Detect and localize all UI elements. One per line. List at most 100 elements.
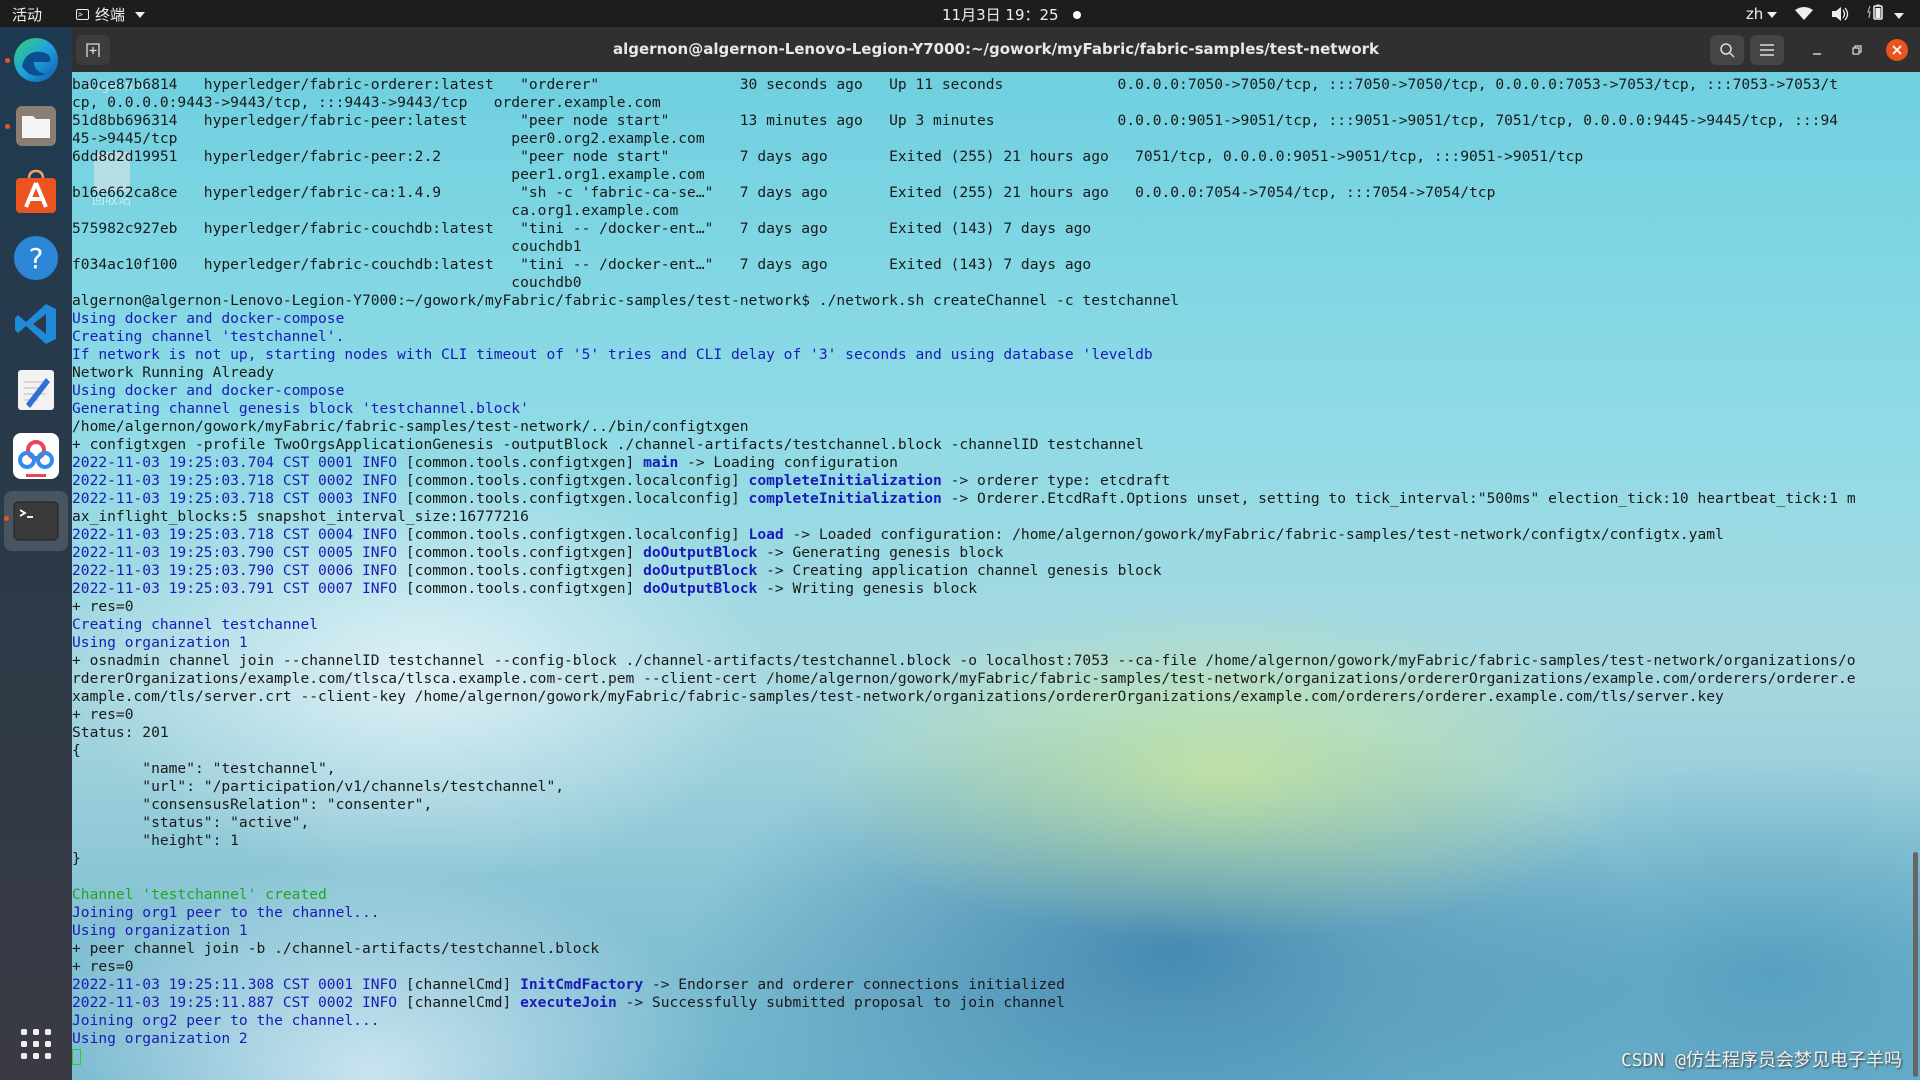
terminal-text: 2022-11-03 19:25:03.718 CST 0003 INFO bbox=[72, 490, 398, 507]
show-applications-button[interactable] bbox=[9, 1017, 63, 1071]
terminal-text: + peer channel join -b ./channel-artifac… bbox=[72, 940, 600, 957]
dock-item-edge[interactable] bbox=[5, 33, 63, 87]
search-icon bbox=[1720, 43, 1735, 58]
baidu-netdisk-icon bbox=[13, 433, 59, 479]
terminal-text: /home/algernon/gowork/myFabric/fabric-sa… bbox=[72, 418, 749, 435]
terminal-text: b16e662ca8ce hyperledger/fabric-ca:1.4.9… bbox=[72, 184, 1496, 201]
activities-button[interactable]: 活动 bbox=[12, 4, 42, 25]
edge-icon bbox=[14, 38, 58, 82]
terminal-text: If network is not up, starting nodes wit… bbox=[72, 346, 1153, 363]
terminal-text: "status": "active", bbox=[72, 814, 310, 831]
text-cursor bbox=[72, 1049, 81, 1065]
hamburger-menu-icon bbox=[1760, 44, 1774, 56]
terminal-text: Using organization 2 bbox=[72, 1030, 248, 1047]
terminal-line: couchdb1 bbox=[72, 238, 1904, 256]
input-method-label: zh bbox=[1745, 5, 1764, 23]
scrollbar[interactable] bbox=[1913, 852, 1918, 1077]
terminal-text: couchdb1 bbox=[72, 238, 582, 255]
terminal-text: main bbox=[643, 454, 679, 471]
title-bar[interactable]: algernon@algernon-Lenovo-Legion-Y7000:~/… bbox=[72, 27, 1920, 72]
input-method-indicator[interactable]: zh bbox=[1745, 5, 1778, 23]
terminal-text: "url": "/participation/v1/channels/testc… bbox=[72, 778, 565, 795]
search-button[interactable] bbox=[1710, 35, 1744, 65]
battery-charging-icon bbox=[1867, 4, 1883, 20]
notification-dot-icon bbox=[1072, 10, 1081, 19]
terminal-text: "name": "testchannel", bbox=[72, 760, 336, 777]
terminal-text: [common.tools.configtxgen] bbox=[397, 454, 644, 471]
terminal-line: + configtxgen -profile TwoOrgsApplicatio… bbox=[72, 436, 1904, 454]
terminal-line: ca.org1.example.com bbox=[72, 202, 1904, 220]
terminal-text: completeInitialization bbox=[748, 490, 942, 507]
dock-item-terminal[interactable] bbox=[4, 491, 68, 551]
dock-item-software[interactable] bbox=[9, 165, 63, 219]
menu-button[interactable] bbox=[1750, 35, 1784, 65]
terminal-line: 2022-11-03 19:25:03.704 CST 0001 INFO [c… bbox=[72, 454, 1904, 472]
terminal-line: Using docker and docker-compose bbox=[72, 382, 1904, 400]
terminal-line: 2022-11-03 19:25:03.790 CST 0005 INFO [c… bbox=[72, 544, 1904, 562]
terminal-line: { bbox=[72, 742, 1904, 760]
terminal-line: "name": "testchannel", bbox=[72, 760, 1904, 778]
running-indicator bbox=[5, 124, 10, 129]
top-bar: 活动 > 终端 11月3日 19：25 zh bbox=[0, 0, 1920, 27]
svg-text:?: ? bbox=[29, 242, 44, 275]
minimize-button[interactable] bbox=[1806, 39, 1828, 61]
terminal-text: "consensusRelation": "consenter", bbox=[72, 796, 433, 813]
vscode-icon bbox=[15, 304, 56, 344]
terminal-text: rdererOrganizations/example.com/tlsca/tl… bbox=[72, 670, 1856, 687]
terminal-small-icon: > bbox=[76, 9, 89, 20]
terminal-text: 2022-11-03 19:25:03.790 CST 0006 INFO bbox=[72, 562, 398, 579]
terminal-line: Joining org1 peer to the channel... bbox=[72, 904, 1904, 922]
dock-item-files[interactable] bbox=[5, 99, 63, 153]
terminal-line: 2022-11-03 19:25:11.887 CST 0002 INFO [c… bbox=[72, 994, 1904, 1012]
terminal-text: -> Creating application channel genesis … bbox=[757, 562, 1162, 579]
restore-button[interactable] bbox=[1846, 39, 1868, 61]
clock[interactable]: 11月3日 19：25 bbox=[942, 4, 1081, 25]
terminal-text: Using organization 1 bbox=[72, 922, 248, 939]
running-indicator bbox=[5, 58, 10, 63]
terminal-text: doOutputBlock bbox=[643, 544, 758, 561]
terminal-text: } bbox=[72, 850, 81, 867]
terminal-text: + res=0 bbox=[72, 706, 134, 723]
system-tray[interactable]: zh bbox=[1746, 4, 1904, 24]
dock-item-baidu-netdisk[interactable] bbox=[9, 429, 63, 483]
terminal-text: "height": 1 bbox=[72, 832, 239, 849]
terminal-text: Using docker and docker-compose bbox=[72, 310, 345, 327]
dock-item-help[interactable]: ? bbox=[9, 231, 63, 285]
dock-item-vscode[interactable] bbox=[9, 297, 63, 351]
terminal-text: cp, 0.0.0.0:9443->9443/tcp, :::9443->944… bbox=[72, 94, 661, 111]
terminal-text: [channelCmd] bbox=[397, 976, 521, 993]
terminal-text: -> Generating genesis block bbox=[757, 544, 1004, 561]
terminal-text: xample.com/tls/server.crt --client-key /… bbox=[72, 688, 1724, 705]
close-button[interactable] bbox=[1886, 39, 1908, 61]
terminal-text: 2022-11-03 19:25:03.718 CST 0002 INFO bbox=[72, 472, 398, 489]
terminal-text: executeJoin bbox=[520, 994, 617, 1011]
terminal-line: /home/algernon/gowork/myFabric/fabric-sa… bbox=[72, 418, 1904, 436]
terminal-line: "height": 1 bbox=[72, 832, 1904, 850]
terminal-line: b16e662ca8ce hyperledger/fabric-ca:1.4.9… bbox=[72, 184, 1904, 202]
close-icon bbox=[1892, 45, 1902, 55]
terminal-line: Using organization 2 bbox=[72, 1030, 1904, 1048]
terminal-text: + configtxgen -profile TwoOrgsApplicatio… bbox=[72, 436, 1144, 453]
terminal-text: [common.tools.configtxgen.localconfig] bbox=[397, 526, 749, 543]
window-title: algernon@algernon-Lenovo-Legion-Y7000:~/… bbox=[613, 40, 1379, 58]
terminal-text: -> Successfully submitted proposal to jo… bbox=[616, 994, 1065, 1011]
app-menu[interactable]: > 终端 bbox=[76, 4, 146, 25]
terminal-line: 2022-11-03 19:25:03.791 CST 0007 INFO [c… bbox=[72, 580, 1904, 598]
terminal-line: 2022-11-03 19:25:11.308 CST 0001 INFO [c… bbox=[72, 976, 1904, 994]
terminal-text: Creating channel 'testchannel'. bbox=[72, 328, 345, 345]
dock-item-text-editor[interactable] bbox=[9, 363, 63, 417]
terminal-output[interactable]: algernon 回收站 ba0ce87b6814 hyperledger/fa… bbox=[72, 72, 1920, 1080]
terminal-text: -> Endorser and orderer connections init… bbox=[643, 976, 1065, 993]
terminal-text: [channelCmd] bbox=[397, 994, 521, 1011]
terminal-text: [common.tools.configtxgen.localconfig] bbox=[397, 490, 749, 507]
terminal-line: cp, 0.0.0.0:9443->9443/tcp, :::9443->944… bbox=[72, 94, 1904, 112]
terminal-text: Channel 'testchannel' created bbox=[72, 886, 327, 903]
running-indicator bbox=[4, 516, 9, 521]
chevron-down-icon bbox=[1894, 12, 1904, 19]
dock: ? bbox=[0, 27, 72, 1080]
help-icon: ? bbox=[14, 236, 58, 280]
terminal-text: Network Running Already bbox=[72, 364, 275, 381]
terminal-text: -> orderer type: etcdraft bbox=[941, 472, 1171, 489]
battery-menu[interactable] bbox=[1867, 4, 1904, 24]
